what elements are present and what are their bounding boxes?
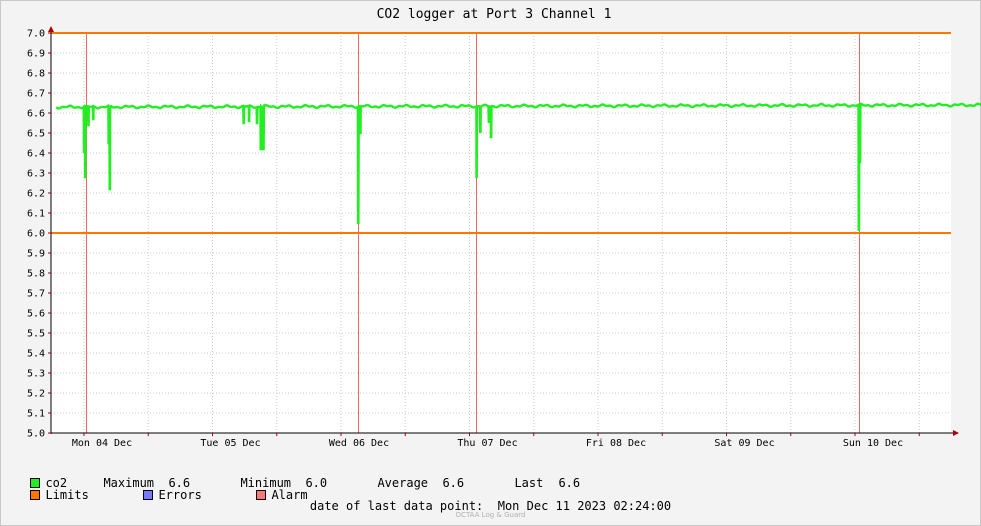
x-tick-label: Tue 05 Dec [200, 438, 260, 449]
x-tick-labels: Mon 04 Dec Tue 05 Dec Wed 06 Dec Thu 07 Dec… [72, 438, 903, 449]
co2-chart: 5.0 5.1 5.2 5.3 5.4 5.5 5.6 5.7 5.8 5.9 6.0 6.1 6.2 6… [27, 7, 981, 449]
legend-min-value: 6.0 [305, 476, 328, 490]
legend-last-value: 6.6 [558, 476, 581, 490]
y-tick-label: 6.1 [27, 209, 45, 220]
y-tick-label: 6.0 [27, 229, 45, 240]
legend-last-label: Last [514, 476, 544, 490]
y-tick-label: 7.0 [27, 29, 45, 40]
y-tick-label: 5.4 [27, 349, 45, 360]
y-tick-label: 5.1 [27, 409, 45, 420]
y-tick-label: 5.8 [27, 269, 45, 280]
y-axis-arrow [48, 26, 54, 32]
legend-row-markers: Limits Errors Alarm [16, 476, 308, 502]
y-tick-label: 5.6 [27, 309, 45, 320]
y-tick-label: 6.4 [27, 149, 45, 160]
y-tick-label: 6.3 [27, 169, 45, 180]
y-tick-label: 5.9 [27, 249, 45, 260]
x-tick-label: Sun 10 Dec [843, 438, 903, 449]
y-tick-label: 6.2 [27, 189, 45, 200]
brand-watermark: OCTAA Log & Guard [455, 511, 526, 519]
x-tick-label: Mon 04 Dec [72, 438, 132, 449]
y-tick-label: 5.2 [27, 389, 45, 400]
y-tick-label: 5.0 [27, 429, 45, 440]
y-tick-label: 6.9 [27, 49, 45, 60]
y-tick-label: 6.6 [27, 109, 45, 120]
y-tick-label: 5.3 [27, 369, 45, 380]
y-tick-label: 6.7 [27, 89, 45, 100]
legend-avg-value: 6.6 [442, 476, 465, 490]
y-tick-label: 5.7 [27, 289, 45, 300]
limits-swatch [30, 489, 41, 500]
x-tick-label: Sat 09 Dec [714, 438, 774, 449]
legend-avg-label: Average [377, 476, 429, 490]
x-tick-label: Thu 07 Dec [457, 438, 517, 449]
alarm-swatch [256, 489, 267, 500]
y-tick-labels: 5.0 5.1 5.2 5.3 5.4 5.5 5.6 5.7 5.8 5.9 6.0 6.1 6.2 6… [27, 29, 45, 440]
y-tick-label: 6.8 [27, 69, 45, 80]
x-tick-label: Fri 08 Dec [586, 438, 646, 449]
chart-title: CO2 logger at Port 3 Channel 1 [377, 7, 612, 22]
y-tick-label: 6.5 [27, 129, 45, 140]
x-tick-label: Wed 06 Dec [329, 438, 389, 449]
y-tick-label: 5.5 [27, 329, 45, 340]
errors-swatch [143, 489, 154, 500]
x-axis-arrow [953, 430, 959, 436]
